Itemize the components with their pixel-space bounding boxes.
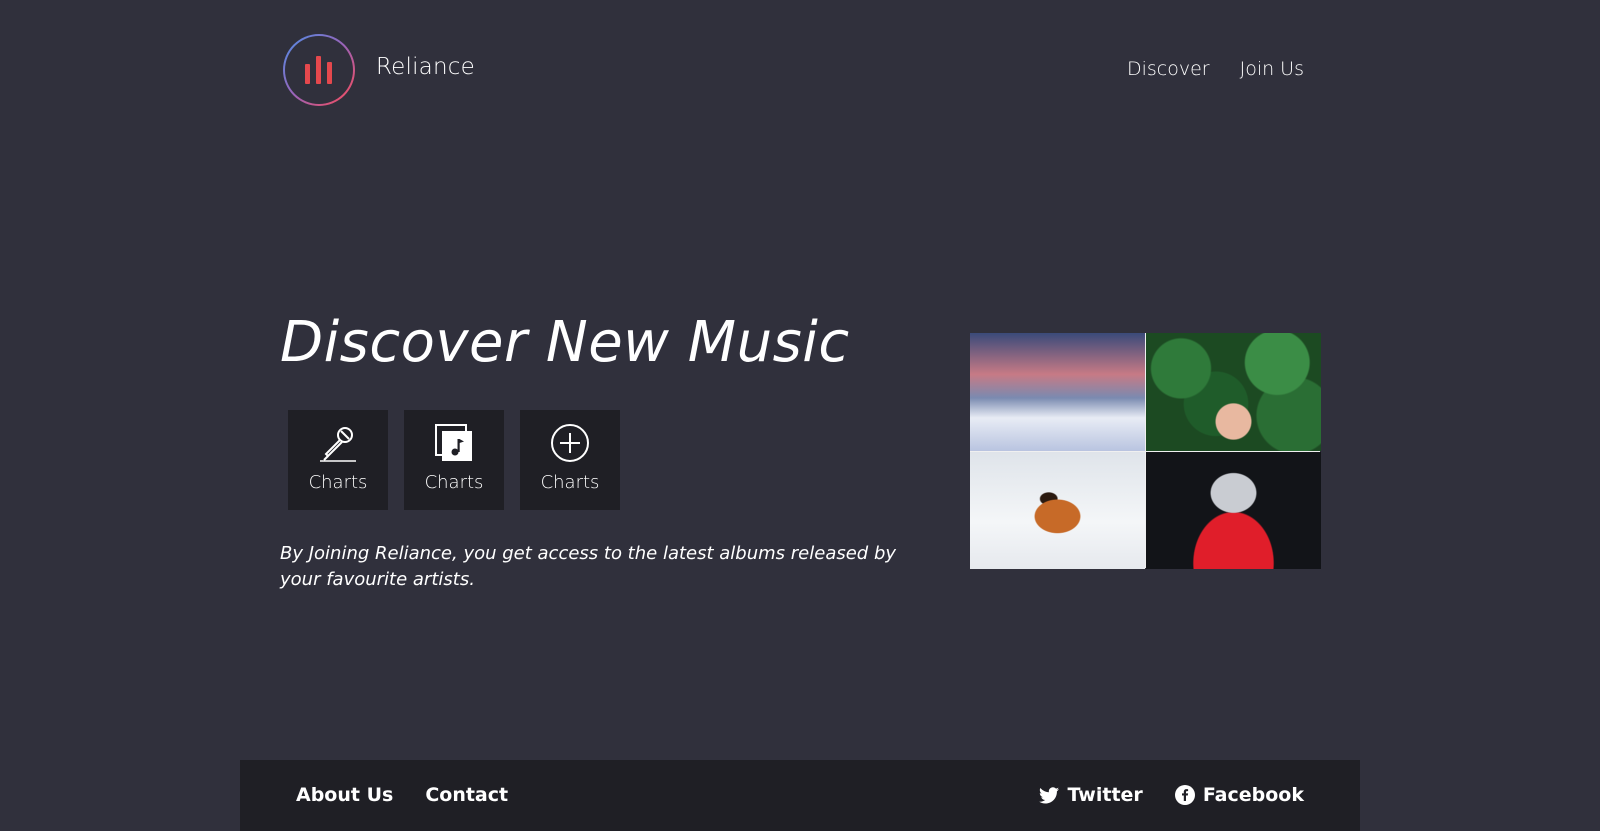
tile-charts-album[interactable]: Charts <box>404 410 504 510</box>
top-nav: Discover Join Us <box>1127 58 1304 80</box>
nav-discover[interactable]: Discover <box>1127 58 1210 80</box>
tile-charts-microphone[interactable]: Charts <box>288 410 388 510</box>
tile-label: Charts <box>540 472 600 493</box>
plus-circle-icon <box>549 422 591 464</box>
nav-join-us[interactable]: Join Us <box>1240 58 1304 80</box>
image-gallery <box>970 333 1321 569</box>
gallery-image-tiger[interactable] <box>970 452 1145 569</box>
footer: About Us Contact Twitter Facebook <box>240 760 1360 831</box>
page: Reliance Discover Join Us Discover New M… <box>0 0 1600 831</box>
gallery-image-person[interactable] <box>1146 452 1321 569</box>
brand-name[interactable]: Reliance <box>376 54 475 80</box>
twitter-label: Twitter <box>1067 784 1143 806</box>
tile-label: Charts <box>424 472 484 493</box>
twitter-icon <box>1039 786 1060 803</box>
footer-facebook[interactable]: Facebook <box>1174 784 1304 806</box>
logo-inner <box>285 36 353 104</box>
footer-about-us[interactable]: About Us <box>296 784 393 806</box>
footer-twitter[interactable]: Twitter <box>1039 784 1143 806</box>
logo[interactable] <box>283 34 355 106</box>
footer-contact[interactable]: Contact <box>425 784 508 806</box>
hero-title: Discover New Music <box>280 310 850 375</box>
gallery-image-leaves[interactable] <box>1146 333 1321 451</box>
hero-description: By Joining Reliance, you get access to t… <box>280 543 897 590</box>
tile-charts-add[interactable]: Charts <box>520 410 620 510</box>
music-album-icon <box>433 422 475 464</box>
microphone-icon <box>317 422 359 464</box>
facebook-icon <box>1174 785 1195 805</box>
tile-label: Charts <box>308 472 368 493</box>
footer-links: About Us Contact <box>296 784 508 806</box>
equalizer-bars-icon <box>305 56 332 84</box>
footer-social: Twitter Facebook <box>1039 784 1304 806</box>
gallery-image-mountain[interactable] <box>970 333 1145 451</box>
facebook-label: Facebook <box>1202 784 1304 806</box>
feature-tiles: Charts Charts Charts <box>288 410 620 510</box>
